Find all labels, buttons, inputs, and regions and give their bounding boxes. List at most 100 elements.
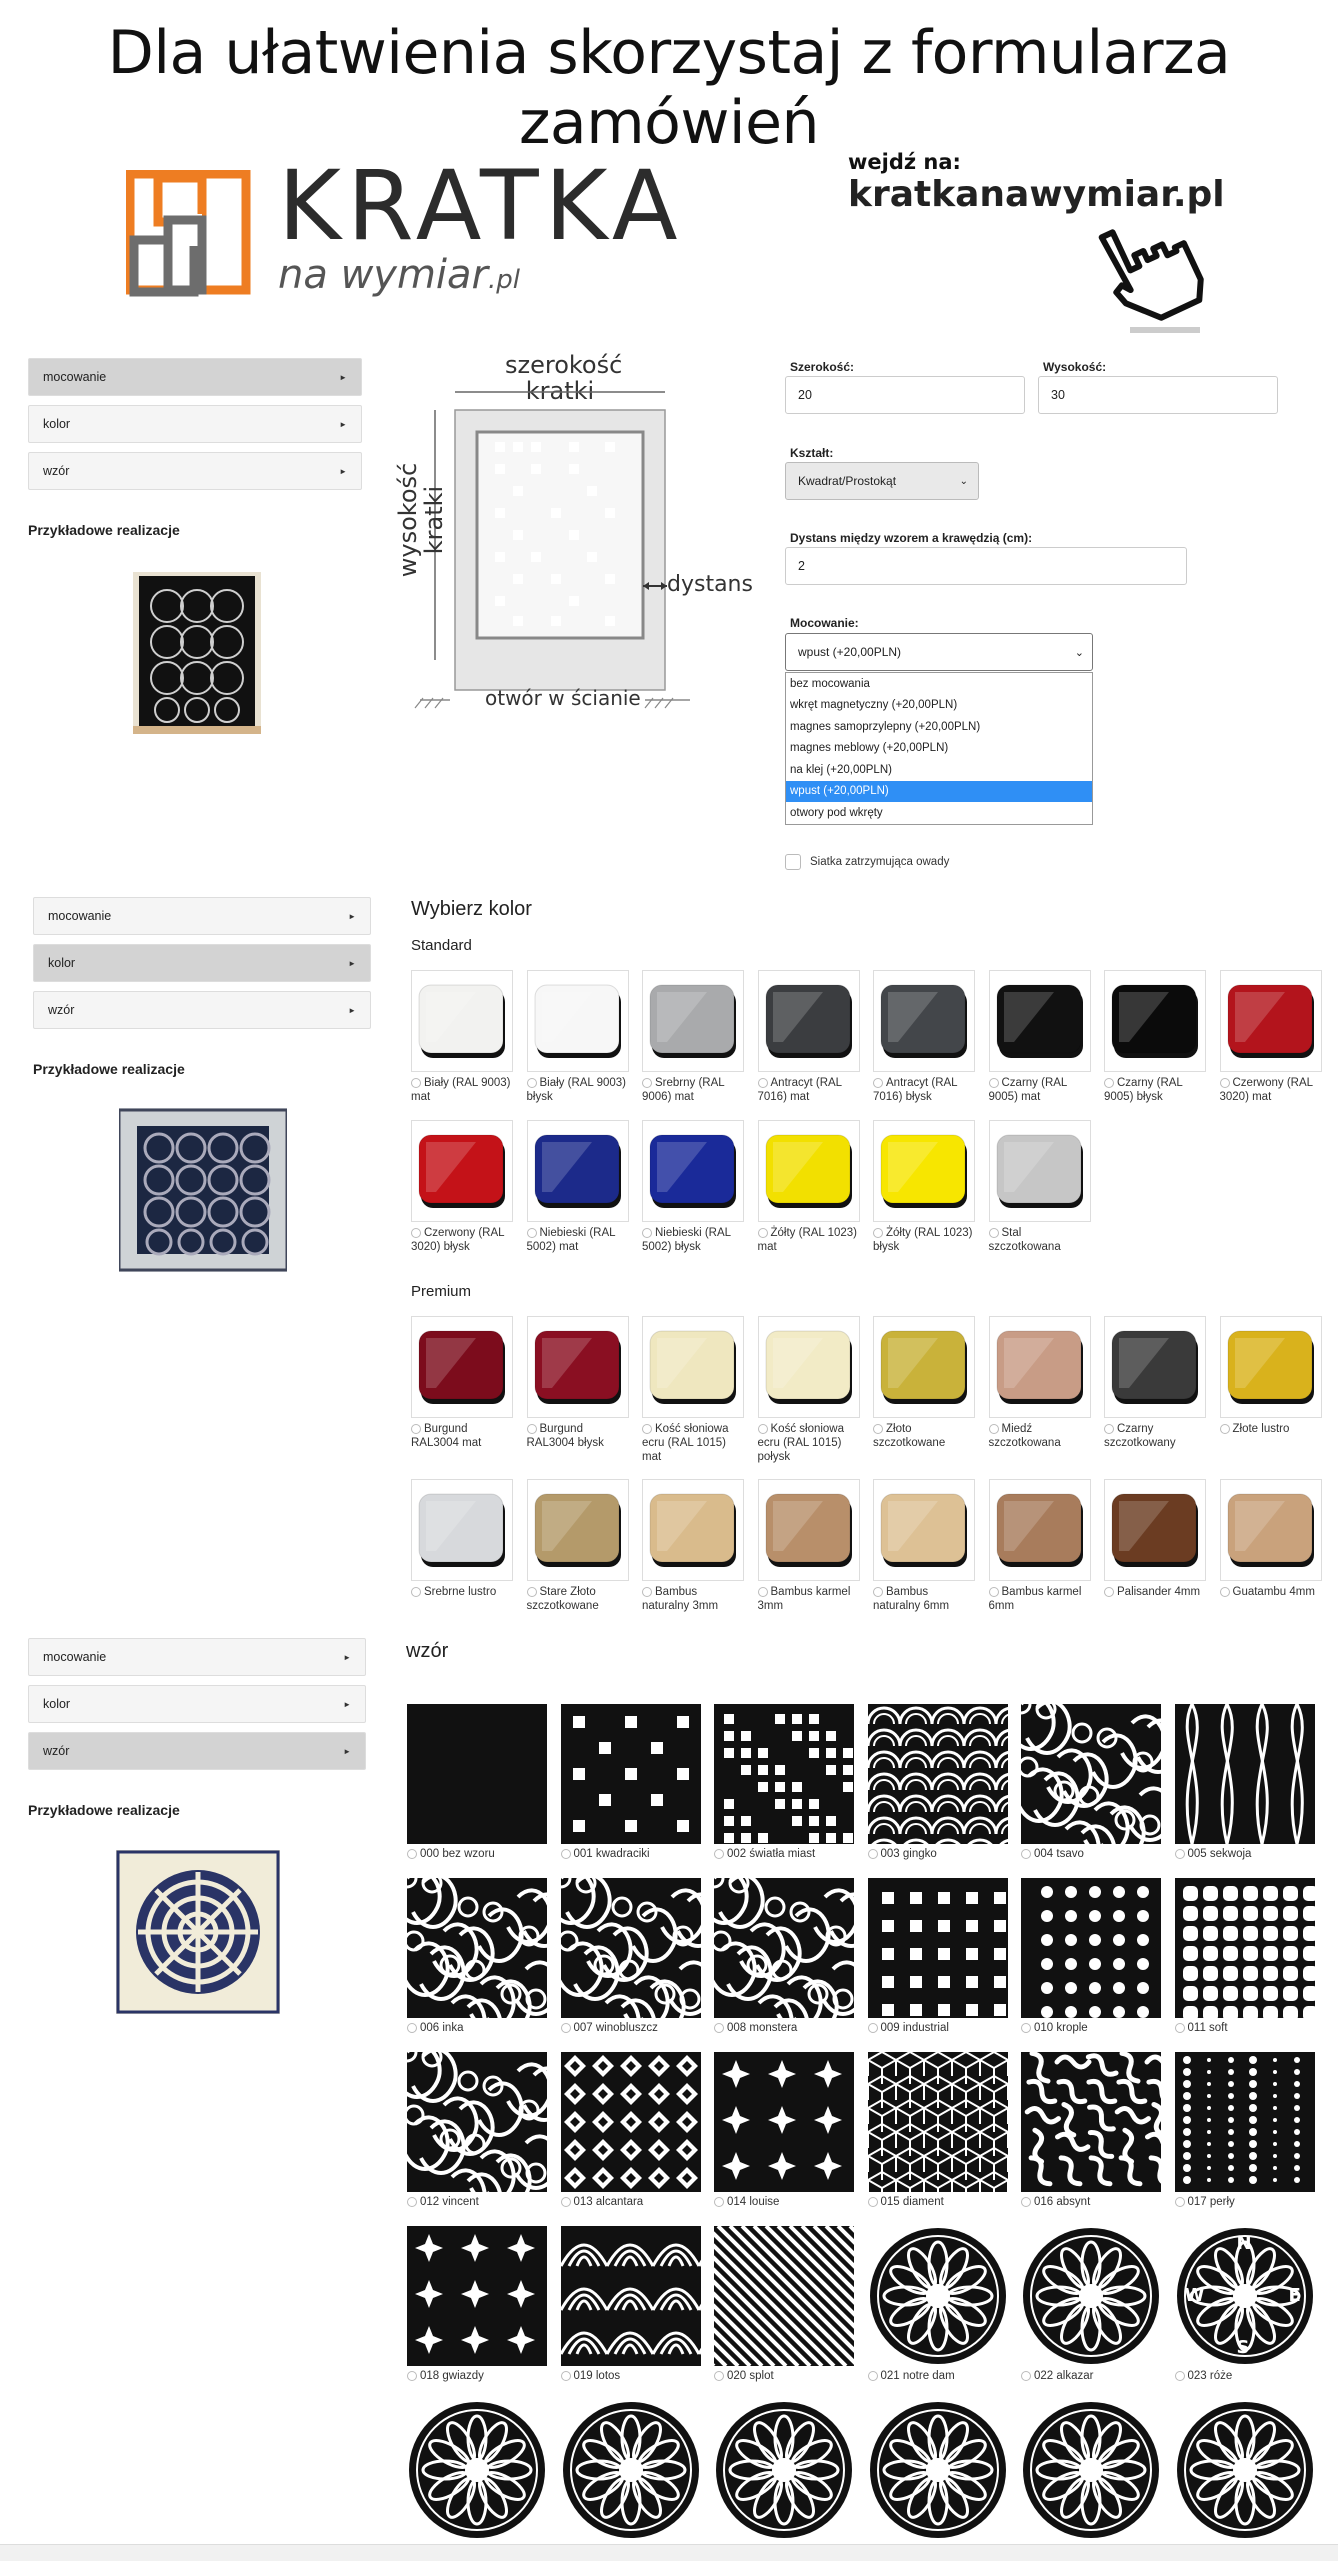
color-swatch[interactable]: Bambus naturalny 3mm: [642, 1479, 744, 1613]
color-swatch[interactable]: Biały (RAL 9003) błysk: [526, 970, 629, 1104]
radio-button[interactable]: [1104, 1586, 1114, 1597]
color-swatch[interactable]: Czerwony (RAL 3020) mat: [1219, 970, 1322, 1104]
color-swatch[interactable]: Guatambu 4mm: [1219, 1479, 1322, 1599]
radio-button[interactable]: [642, 1586, 652, 1597]
radio-button[interactable]: [407, 2022, 417, 2033]
color-swatch[interactable]: Kość słoniowa ecru (RAL 1015) połysk: [757, 1316, 860, 1464]
pattern-thumbnail[interactable]: [714, 2400, 854, 2540]
radio-button[interactable]: [1219, 1423, 1230, 1434]
radio-button[interactable]: [642, 1077, 652, 1088]
swatch-image[interactable]: [411, 970, 513, 1072]
color-swatch[interactable]: Antracyt (RAL 7016) mat: [757, 970, 860, 1104]
swatch-image[interactable]: [1219, 1479, 1322, 1581]
swatch-image[interactable]: [411, 1120, 513, 1222]
mount-option-selected[interactable]: wpust (+20,00PLN): [786, 780, 1092, 802]
pattern-thumbnail[interactable]: [1021, 2400, 1161, 2540]
color-swatch[interactable]: Srebrny (RAL 9006) mat: [642, 970, 744, 1104]
swatch-image[interactable]: [1104, 1316, 1206, 1418]
mount-option[interactable]: otwory pod wkręty: [786, 802, 1092, 824]
color-swatch[interactable]: Kość słoniowa ecru (RAL 1015) mat: [642, 1316, 744, 1464]
radio-button[interactable]: [1021, 1848, 1031, 1859]
radio-button[interactable]: [757, 1077, 768, 1088]
color-swatch[interactable]: Antracyt (RAL 7016) błysk: [873, 970, 975, 1104]
pattern-thumbnail[interactable]: [867, 2052, 1008, 2192]
swatch-image[interactable]: [873, 1479, 975, 1581]
swatch-image[interactable]: [642, 1120, 744, 1222]
pattern-option[interactable]: 004 tsavo: [1021, 1704, 1161, 1860]
color-swatch[interactable]: Burgund RAL3004 błysk: [526, 1316, 629, 1450]
color-swatch[interactable]: Bambus naturalny 6mm: [873, 1479, 975, 1613]
pattern-thumbnail[interactable]: [714, 2052, 854, 2192]
radio-button[interactable]: [407, 2370, 417, 2381]
sidebar-item-kolor[interactable]: kolor ►: [28, 405, 362, 443]
pattern-thumbnail[interactable]: [867, 1704, 1008, 1844]
swatch-image[interactable]: [988, 970, 1091, 1072]
sidebar-item-kolor[interactable]: kolor ►: [28, 1685, 366, 1723]
pattern-thumbnail[interactable]: [714, 2226, 854, 2366]
width-input[interactable]: 20: [785, 376, 1025, 414]
pattern-option[interactable]: 003 gingko: [867, 1704, 1008, 1860]
radio-button[interactable]: [1104, 1077, 1114, 1088]
radio-button[interactable]: [526, 1586, 537, 1597]
pattern-thumbnail[interactable]: [407, 1704, 547, 1844]
pattern-thumbnail[interactable]: [407, 1878, 547, 2018]
pattern-option[interactable]: 016 absynt: [1021, 2052, 1161, 2208]
pattern-option[interactable]: 015 diament: [867, 2052, 1008, 2208]
swatch-image[interactable]: [757, 1316, 860, 1418]
pattern-thumbnail[interactable]: [560, 2226, 701, 2366]
swatch-image[interactable]: [642, 1316, 744, 1418]
sidebar-item-wzor[interactable]: wzór ►: [28, 1732, 366, 1770]
sidebar-item-mocowanie[interactable]: mocowanie ►: [33, 897, 371, 935]
radio-button[interactable]: [560, 2022, 571, 2033]
pattern-option[interactable]: 011 soft: [1174, 1878, 1315, 2034]
pattern-option[interactable]: [714, 2400, 854, 2540]
radio-button[interactable]: [407, 1848, 417, 1859]
radio-button[interactable]: [1021, 2370, 1031, 2381]
realization-thumbnail[interactable]: [133, 572, 261, 734]
pattern-thumbnail[interactable]: [714, 1878, 854, 2018]
color-swatch[interactable]: Niebieski (RAL 5002) błysk: [642, 1120, 744, 1254]
radio-button[interactable]: [757, 1227, 768, 1238]
pattern-option[interactable]: 007 winobluszcz: [560, 1878, 701, 2034]
pattern-thumbnail[interactable]: [407, 2400, 547, 2540]
pattern-option[interactable]: 009 industrial: [867, 1878, 1008, 2034]
radio-button[interactable]: [988, 1423, 999, 1434]
pattern-option[interactable]: 018 gwiazdy: [407, 2226, 547, 2382]
pattern-thumbnail[interactable]: [1174, 2052, 1315, 2192]
pattern-thumbnail[interactable]: [867, 1878, 1008, 2018]
pattern-thumbnail[interactable]: [867, 2400, 1008, 2540]
color-swatch[interactable]: Czarny (RAL 9005) mat: [988, 970, 1091, 1104]
swatch-image[interactable]: [873, 1120, 975, 1222]
radio-button[interactable]: [714, 2370, 724, 2381]
radio-button[interactable]: [411, 1077, 421, 1088]
pattern-thumbnail[interactable]: [560, 1878, 701, 2018]
height-input[interactable]: 30: [1038, 376, 1278, 414]
pattern-option[interactable]: 005 sekwoja: [1174, 1704, 1315, 1860]
radio-button[interactable]: [757, 1423, 768, 1434]
radio-button[interactable]: [1021, 2196, 1031, 2207]
realization-thumbnail[interactable]: [119, 1108, 287, 1272]
color-swatch[interactable]: Srebrne lustro: [411, 1479, 513, 1599]
radio-button[interactable]: [560, 2370, 571, 2381]
pattern-thumbnail[interactable]: [714, 1704, 854, 1844]
pattern-thumbnail[interactable]: [560, 2400, 701, 2540]
swatch-image[interactable]: [757, 1479, 860, 1581]
color-swatch[interactable]: Żółty (RAL 1023) błysk: [873, 1120, 975, 1254]
pattern-option[interactable]: [1021, 2400, 1161, 2540]
sidebar-item-mocowanie[interactable]: mocowanie ►: [28, 358, 362, 396]
pattern-thumbnail[interactable]: [1174, 2400, 1315, 2540]
pattern-thumbnail[interactable]: [1021, 2226, 1161, 2366]
pattern-thumbnail[interactable]: [1021, 1704, 1161, 1844]
color-swatch[interactable]: Miedź szczotkowana: [988, 1316, 1091, 1450]
mount-option[interactable]: magnes meblowy (+20,00PLN): [786, 738, 1092, 760]
swatch-image[interactable]: [526, 1316, 629, 1418]
radio-button[interactable]: [873, 1077, 883, 1088]
radio-button[interactable]: [526, 1227, 537, 1238]
radio-button[interactable]: [988, 1586, 999, 1597]
mount-option[interactable]: wkręt magnetyczny (+20,00PLN): [786, 695, 1092, 717]
pattern-option[interactable]: 022 alkazar: [1021, 2226, 1161, 2382]
pattern-thumbnail[interactable]: [560, 2052, 701, 2192]
radio-button[interactable]: [757, 1586, 768, 1597]
swatch-image[interactable]: [757, 970, 860, 1072]
swatch-image[interactable]: [526, 1479, 629, 1581]
